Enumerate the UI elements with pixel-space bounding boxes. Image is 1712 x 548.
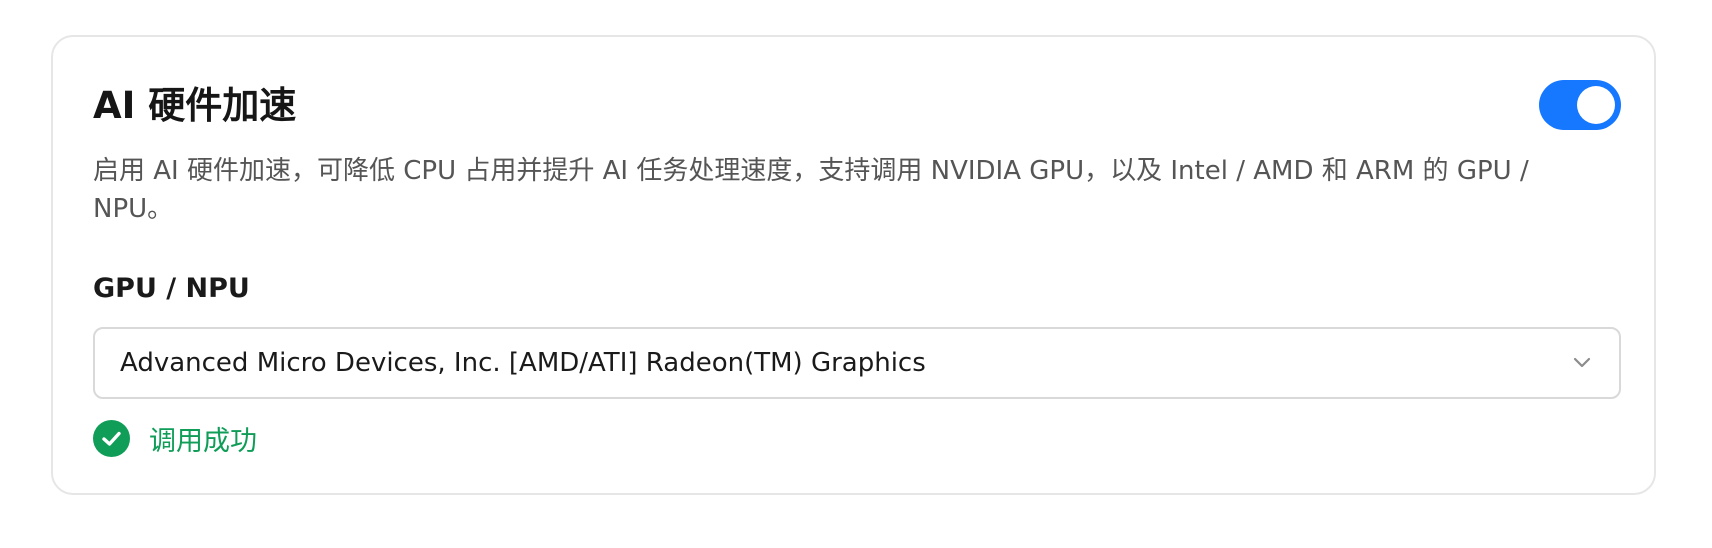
- chevron-down-icon: [1573, 357, 1591, 368]
- device-select[interactable]: Advanced Micro Devices, Inc. [AMD/ATI] R…: [93, 327, 1621, 399]
- card-description: 启用 AI 硬件加速，可降低 CPU 占用并提升 AI 任务处理速度，支持调用 …: [93, 156, 1529, 224]
- card-title: AI 硬件加速: [93, 84, 297, 127]
- ai-acceleration-card: AI 硬件加速 启用 AI 硬件加速，可降低 CPU 占用并提升 AI 任务处理…: [51, 35, 1656, 495]
- status-text: 调用成功: [149, 425, 257, 457]
- device-label: GPU / NPU: [93, 273, 250, 304]
- ai-acceleration-toggle[interactable]: [1539, 80, 1621, 130]
- status-row: 调用成功: [93, 418, 257, 458]
- check-circle-icon: [93, 419, 130, 457]
- toggle-knob: [1577, 86, 1615, 124]
- device-select-value: Advanced Micro Devices, Inc. [AMD/ATI] R…: [120, 348, 926, 378]
